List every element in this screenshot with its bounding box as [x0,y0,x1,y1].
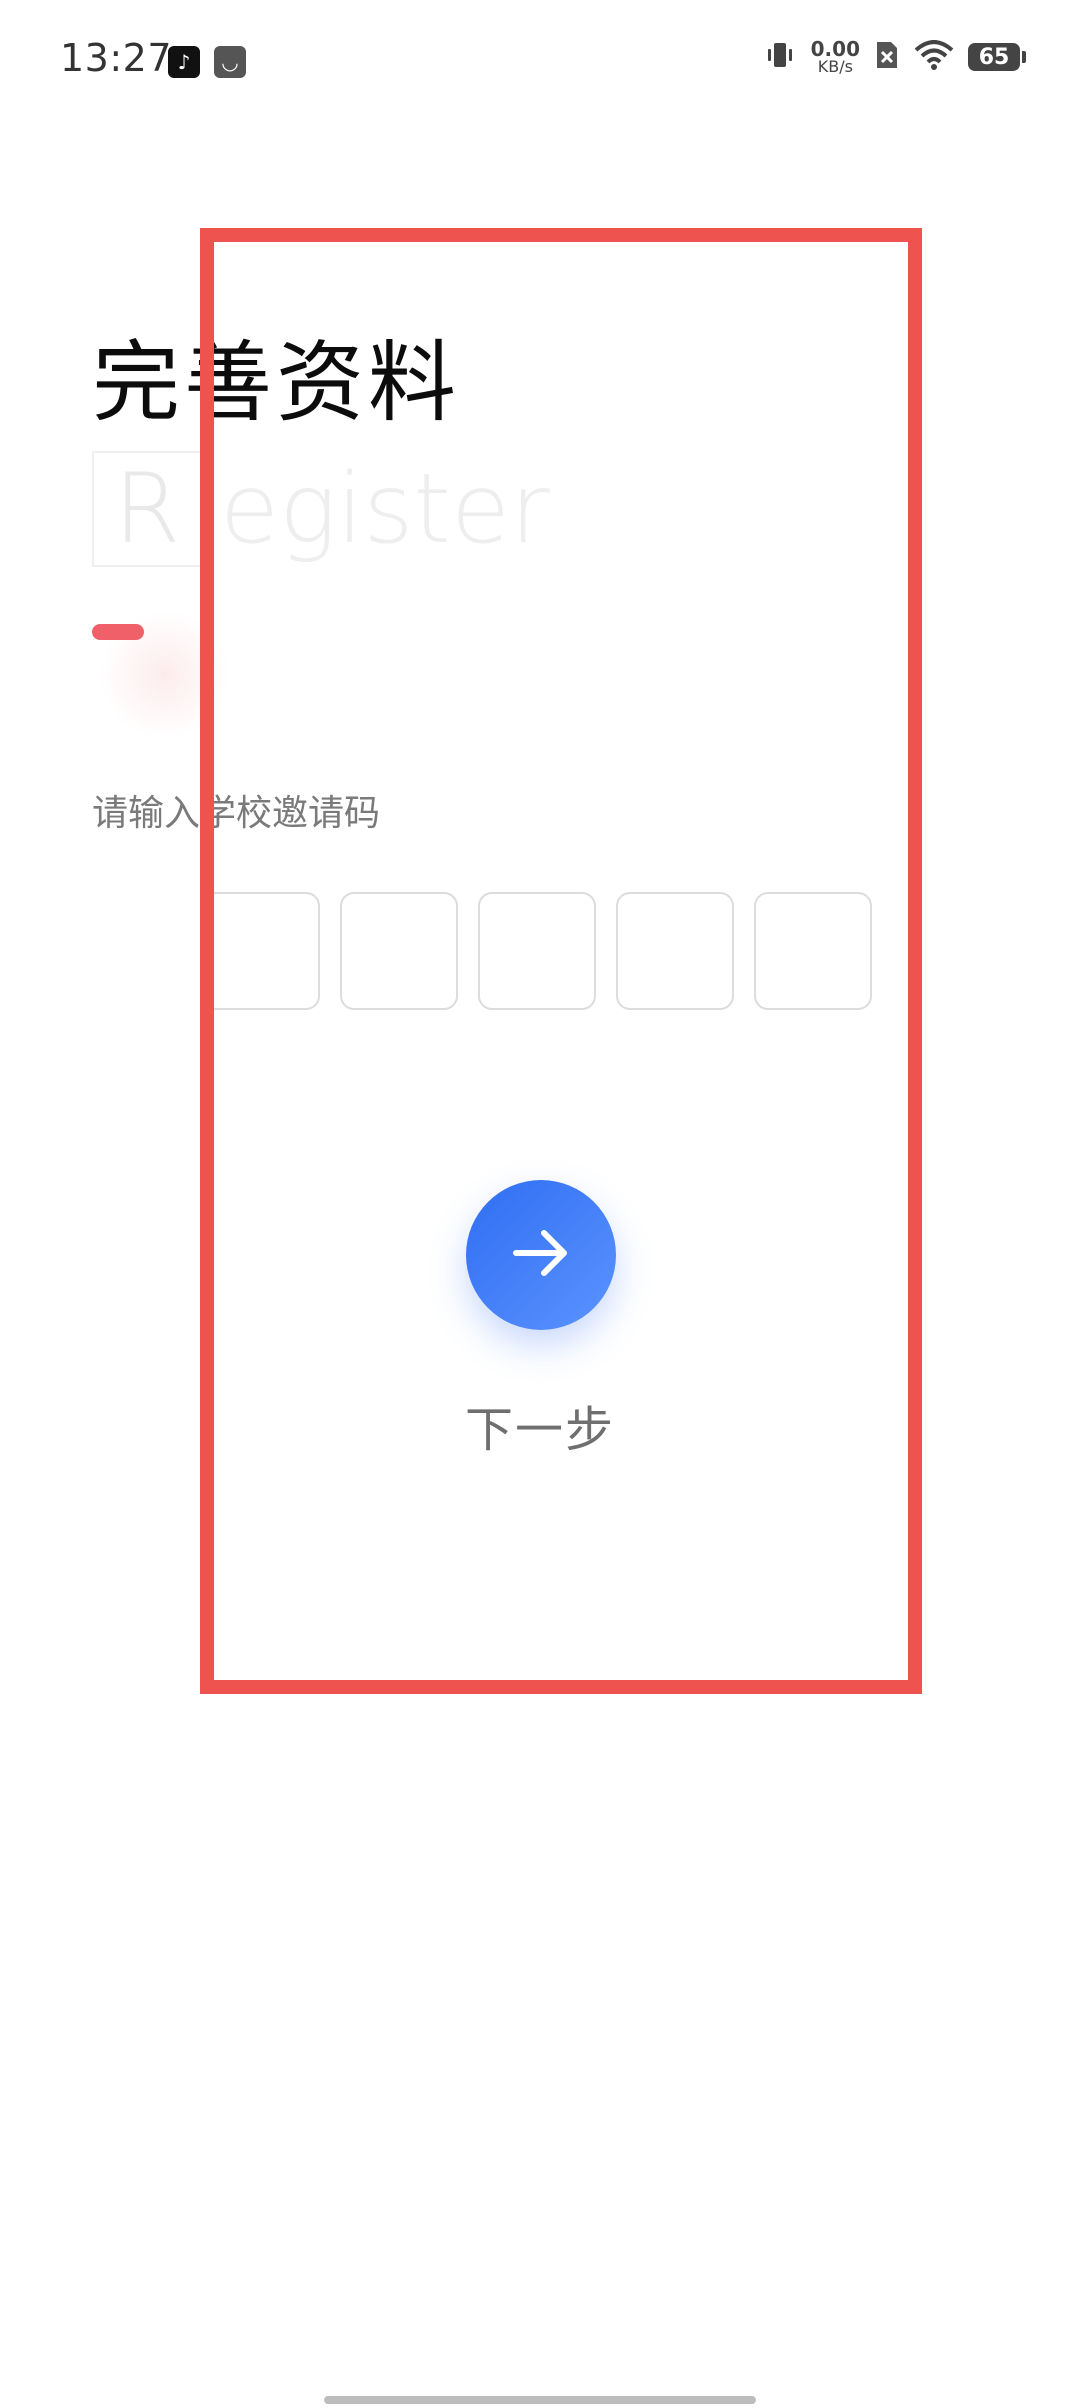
arrow-right-icon [508,1220,574,1290]
bag-icon: ◡ [214,46,246,78]
register-watermark-rest: egister [220,453,550,565]
next-step-label: 下一步 [464,1402,615,1458]
wifi-icon [914,40,954,74]
register-watermark-first-letter: R [92,451,202,567]
invite-code-inputs [202,892,872,1010]
invite-code-box-5[interactable] [754,892,872,1010]
invite-code-box-3[interactable] [478,892,596,1010]
page-title: 完善资料 [92,331,461,434]
net-speed-unit: KB/s [817,57,853,76]
tiktok-icon: ♪ [168,46,200,78]
next-step-button[interactable] [466,1180,616,1330]
invite-code-box-1[interactable] [202,892,320,1010]
no-sim-icon [874,40,900,74]
register-watermark: R egister [92,450,550,568]
invite-code-label: 请输入学校邀请码 [92,793,381,834]
net-speed-value: 0.00 [810,37,860,61]
battery-level: 65 [978,44,1010,70]
vibrate-icon [763,38,797,76]
accent-bar [92,624,144,640]
status-time: 13:27 [60,36,173,80]
net-speed: 0.00 KB/s [811,39,860,75]
status-bar: 13:27 ♪ ◡ 0.00 KB/s 65 [0,0,1080,120]
status-icons: 0.00 KB/s 65 [763,38,1026,76]
invite-code-box-2[interactable] [340,892,458,1010]
battery-icon: 65 [968,43,1026,71]
invite-code-box-4[interactable] [616,892,734,1010]
home-indicator[interactable] [324,2396,756,2404]
